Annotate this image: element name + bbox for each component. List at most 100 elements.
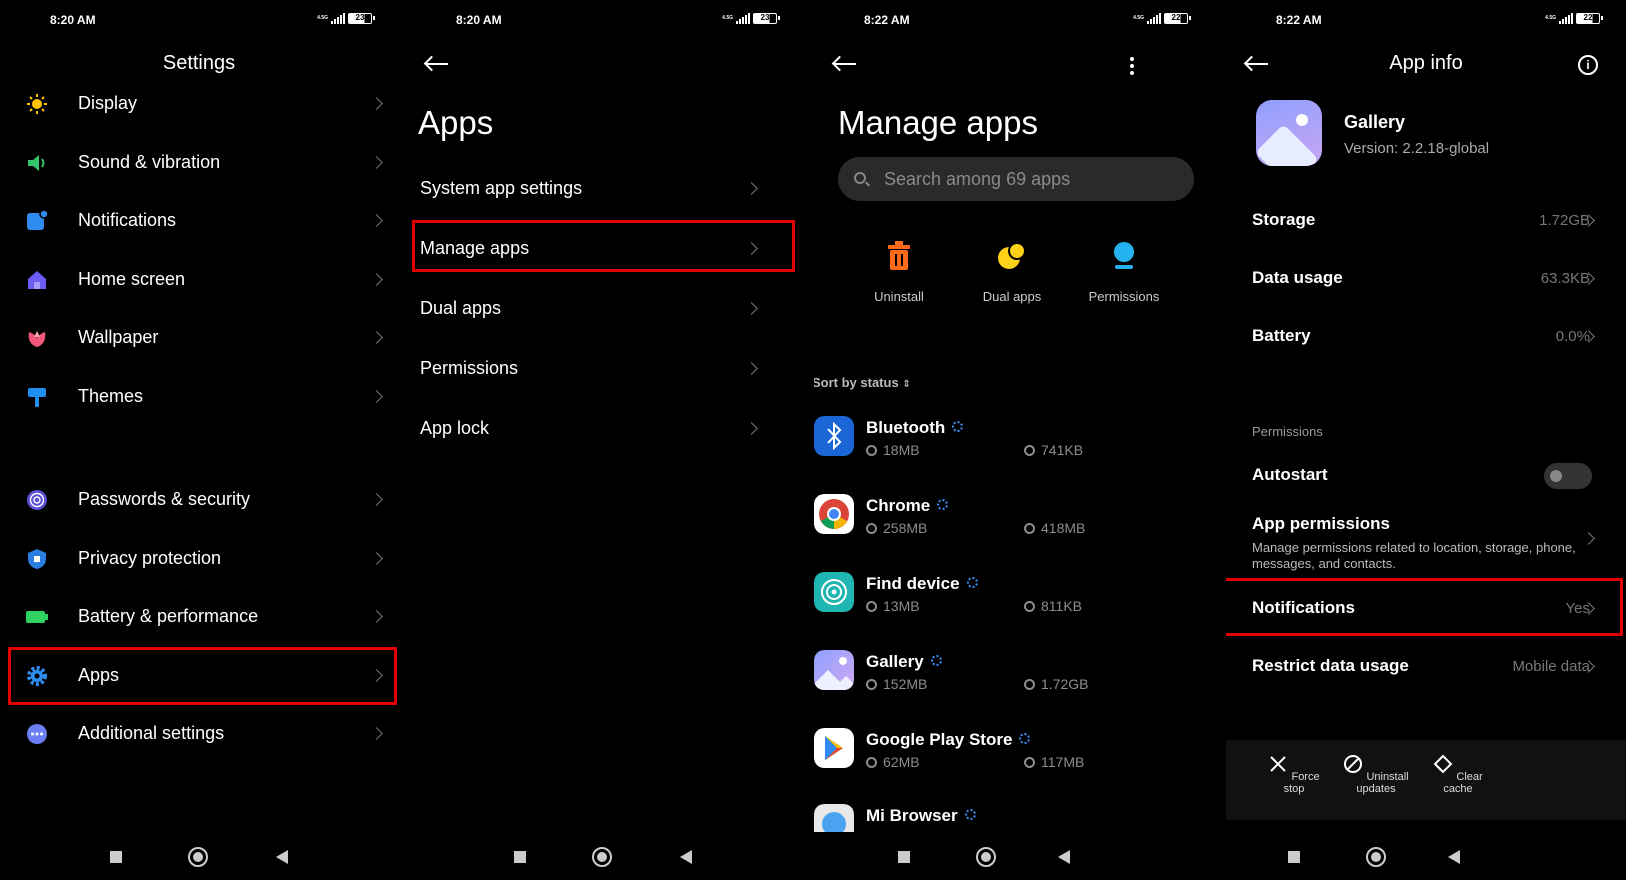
app-row-find-device[interactable]: Find device 13MB 811KB — [814, 568, 1214, 628]
settings-item-notifications[interactable]: Notifications — [0, 200, 398, 240]
back-arrow-icon[interactable] — [423, 55, 450, 73]
settings-item-themes[interactable]: Themes — [0, 376, 398, 416]
restrict-data-row[interactable]: Restrict data usage Mobile data — [1226, 646, 1626, 686]
network-type: 4.5G — [1545, 15, 1556, 21]
apps-item-permissions[interactable]: Permissions — [406, 348, 803, 388]
cache-icon — [1024, 757, 1035, 768]
uninstall-updates-button[interactable]: Uninstall updates — [1328, 754, 1424, 795]
trash-icon — [888, 241, 910, 270]
dual-apps-action[interactable]: Dual apps — [957, 240, 1067, 304]
back-triangle-icon[interactable] — [1448, 850, 1460, 864]
home-button-icon[interactable] — [592, 847, 612, 867]
loading-icon — [964, 809, 976, 820]
chevron-right-icon — [1582, 532, 1595, 545]
home-button-icon[interactable] — [976, 847, 996, 867]
back-triangle-icon[interactable] — [1058, 850, 1070, 864]
apps-item-system-settings[interactable]: System app settings — [406, 168, 803, 208]
app-row-gallery[interactable]: Gallery 152MB 1.72GB — [814, 646, 1214, 706]
apps-item-label: Dual apps — [420, 298, 502, 318]
app-name: Chrome — [866, 496, 931, 515]
autostart-toggle[interactable] — [1544, 463, 1592, 489]
settings-item-label: Notifications — [78, 210, 177, 230]
nav-bar — [0, 846, 398, 870]
sort-by-status[interactable]: Sort by status ⇕ — [814, 375, 911, 390]
app-row-bluetooth[interactable]: Bluetooth 18MB 741KB — [814, 412, 1214, 472]
close-icon — [1270, 756, 1287, 772]
battery-level: 22 — [1576, 13, 1603, 24]
status-bar: 8:20 AM 4.5G 23 — [0, 13, 398, 29]
bluetooth-icon — [814, 416, 854, 456]
storage-row[interactable]: Storage 1.72GB — [1226, 200, 1626, 240]
recents-icon[interactable] — [514, 851, 526, 863]
data-usage-row[interactable]: Data usage 63.3KB — [1226, 258, 1626, 298]
home-button-icon[interactable] — [188, 847, 208, 867]
battery-icon — [26, 611, 48, 623]
app-row-chrome[interactable]: Chrome 258MB 418MB — [814, 490, 1214, 550]
apps-screen: 8:20 AM 4.5G 23 Apps System app settings… — [406, 0, 803, 880]
force-stop-button[interactable]: Force stop — [1264, 754, 1324, 795]
action-bar: Force stop Uninstall updates Clear cache — [1226, 740, 1626, 820]
recents-icon[interactable] — [1288, 851, 1300, 863]
chevron-right-icon — [370, 214, 383, 227]
home-button-icon[interactable] — [1366, 847, 1386, 867]
status-time: 8:22 AM — [1276, 13, 1322, 27]
back-arrow-icon[interactable] — [831, 55, 858, 73]
sun-icon — [27, 94, 47, 114]
apps-item-dual-apps[interactable]: Dual apps — [406, 288, 803, 328]
sort-label: Sort by status — [814, 375, 899, 390]
settings-item-home-screen[interactable]: Home screen — [0, 259, 398, 299]
loading-icon — [1019, 733, 1031, 744]
apps-item-label: System app settings — [420, 178, 583, 198]
search-input[interactable]: Search among 69 apps — [838, 157, 1194, 201]
action-label: Uninstall updates — [1356, 771, 1409, 795]
loading-icon — [966, 577, 978, 588]
settings-item-privacy[interactable]: Privacy protection — [0, 538, 398, 578]
settings-item-passwords[interactable]: Passwords & security — [0, 479, 398, 519]
settings-item-sound[interactable]: Sound & vibration — [0, 142, 398, 182]
apps-item-app-lock[interactable]: App lock — [406, 408, 803, 448]
chevron-right-icon — [745, 362, 758, 375]
app-permissions-row[interactable]: App permissions Manage permissions relat… — [1226, 504, 1626, 574]
settings-item-label: Display — [78, 93, 138, 113]
signal-icon — [1147, 13, 1161, 24]
storage-icon — [866, 679, 877, 690]
app-version: Version: 2.2.18-global — [1344, 140, 1490, 157]
dual-apps-icon — [998, 242, 1026, 269]
row-label: Battery — [1252, 326, 1311, 345]
highlight-box — [412, 220, 795, 272]
app-size: 152MB — [883, 676, 928, 692]
battery-row[interactable]: Battery 0.0% — [1226, 316, 1626, 356]
row-description: Manage permissions related to location, … — [1252, 540, 1576, 571]
app-name: Gallery — [866, 652, 924, 671]
search-placeholder: Search among 69 apps — [884, 169, 1071, 189]
app-size: 13MB — [883, 598, 920, 614]
row-label: Autostart — [1252, 465, 1328, 484]
settings-item-additional[interactable]: Additional settings — [0, 713, 398, 753]
settings-item-label: Privacy protection — [78, 548, 222, 568]
back-triangle-icon[interactable] — [276, 850, 288, 864]
settings-item-wallpaper[interactable]: Wallpaper — [0, 317, 398, 357]
app-row-mi-browser[interactable]: Mi Browser — [814, 800, 1214, 832]
info-icon[interactable]: i — [1578, 55, 1598, 75]
chevron-right-icon — [370, 727, 383, 740]
sort-arrows-icon: ⇕ — [902, 379, 911, 390]
back-triangle-icon[interactable] — [680, 850, 692, 864]
cache-icon — [1024, 445, 1035, 456]
settings-item-battery[interactable]: Battery & performance — [0, 596, 398, 636]
page-title: Apps — [418, 104, 494, 141]
autostart-row[interactable]: Autostart — [1226, 455, 1626, 495]
chevron-right-icon — [370, 552, 383, 565]
settings-item-display[interactable]: Display — [0, 83, 398, 123]
more-options-icon[interactable] — [1130, 57, 1134, 75]
recents-icon[interactable] — [110, 851, 122, 863]
app-row-play-store[interactable]: Google Play Store 62MB 117MB — [814, 724, 1214, 784]
storage-icon — [866, 601, 877, 612]
chevron-right-icon — [370, 390, 383, 403]
shield-icon — [28, 549, 46, 569]
clear-cache-button[interactable]: Clear cache — [1424, 754, 1492, 795]
permissions-action[interactable]: Permissions — [1069, 240, 1179, 304]
cache-icon — [1024, 523, 1035, 534]
recents-icon[interactable] — [898, 851, 910, 863]
row-label: Restrict data usage — [1252, 656, 1409, 675]
uninstall-action[interactable]: Uninstall — [844, 240, 954, 304]
